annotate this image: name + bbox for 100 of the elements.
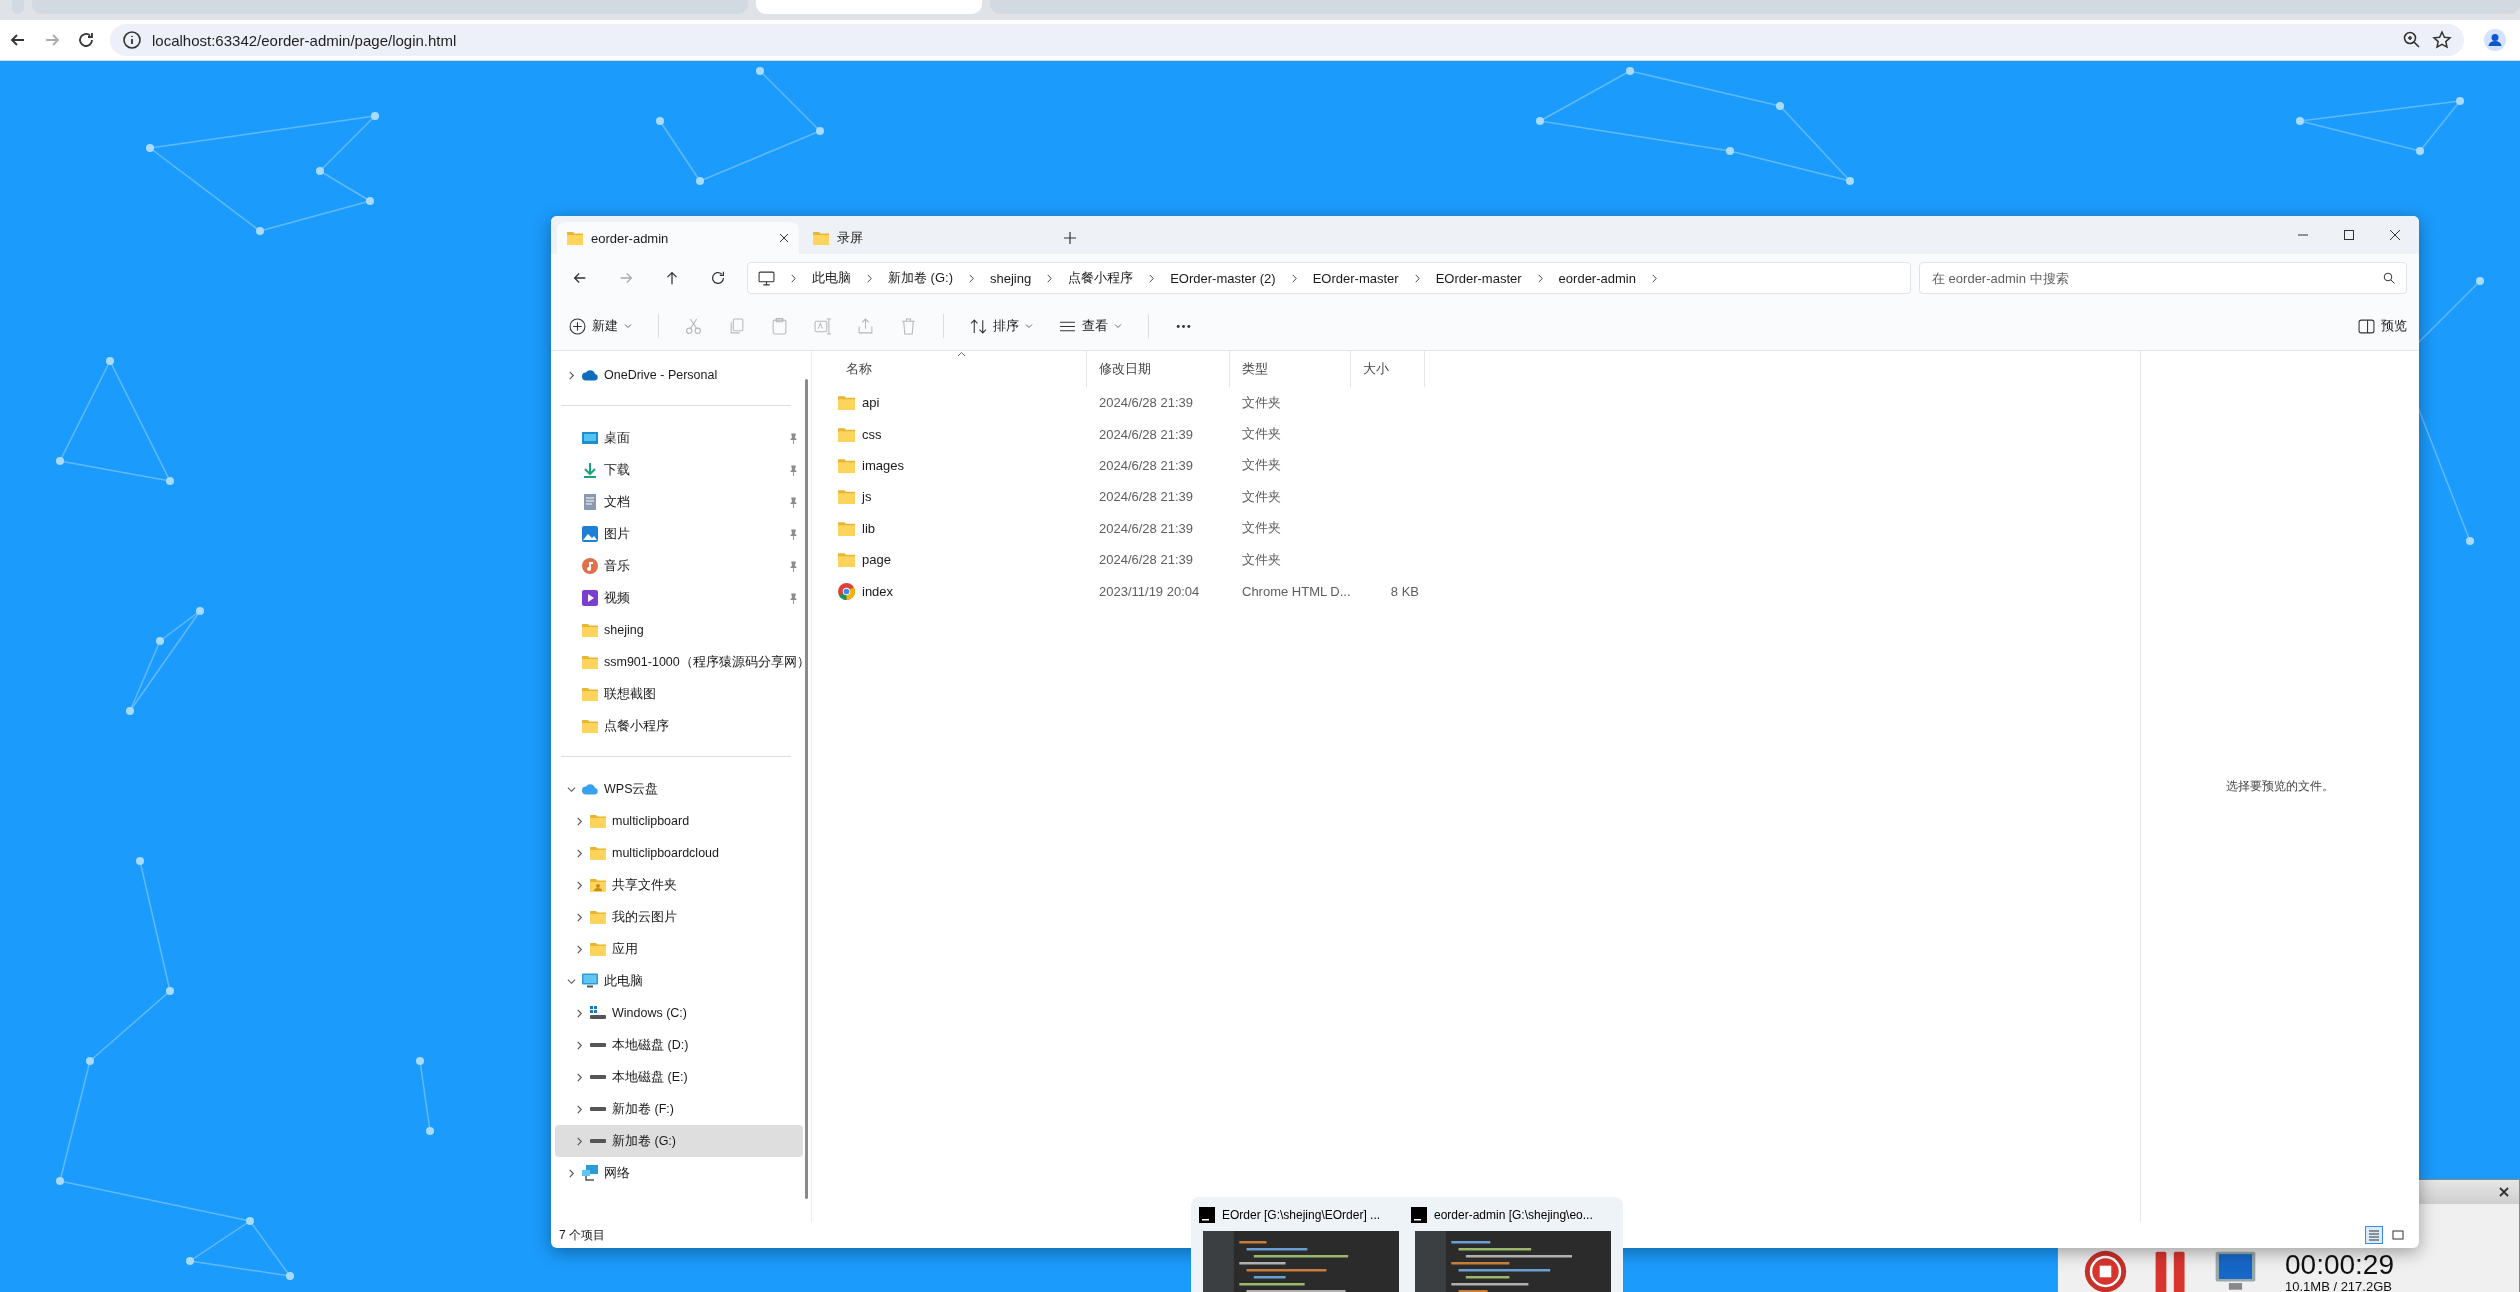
window-title[interactable]: eorder-admin [G:\shejing\eo...: [1434, 1208, 1593, 1222]
sort-icon[interactable]: [970, 317, 987, 335]
column-header[interactable]: 修改日期: [1087, 351, 1230, 387]
file-name[interactable]: api: [862, 395, 880, 411]
preview-button[interactable]: 预览: [2358, 317, 2407, 335]
reload-icon[interactable]: [76, 30, 96, 50]
sort-button[interactable]: 排序: [970, 317, 1033, 335]
chevron-right-icon[interactable]: [575, 1104, 584, 1114]
sort-caret-icon[interactable]: [957, 351, 966, 357]
file-name[interactable]: index: [862, 583, 894, 599]
sidebar-item[interactable]: 桌面: [555, 422, 803, 454]
breadcrumb-item[interactable]: eorder-admin: [1558, 270, 1636, 286]
refresh-icon[interactable]: [709, 269, 727, 287]
breadcrumb-item[interactable]: 新加卷 (G:): [888, 269, 953, 287]
pin-icon[interactable]: [788, 592, 799, 604]
column-header[interactable]: 类型: [1230, 351, 1351, 387]
breadcrumb-item[interactable]: EOrder-master: [1312, 270, 1399, 286]
monitor-icon[interactable]: [2214, 1250, 2257, 1292]
chevron-right-icon[interactable]: [575, 1008, 584, 1018]
sidebar-item[interactable]: 本地磁盘 (D:): [555, 1029, 803, 1061]
chevron-right-icon[interactable]: [575, 848, 584, 858]
chevron-right-icon[interactable]: [789, 273, 798, 283]
chevron-right-icon[interactable]: [575, 880, 584, 890]
chevron-right-icon[interactable]: [865, 273, 874, 283]
sidebar-item[interactable]: 新加卷 (F:): [555, 1093, 803, 1125]
breadcrumb-item[interactable]: 此电脑: [812, 269, 851, 287]
plus-circle-icon[interactable]: [569, 317, 586, 335]
chevron-right-icon[interactable]: [575, 1136, 584, 1146]
new-button[interactable]: 新建: [569, 317, 632, 335]
sidebar-item[interactable]: 新加卷 (G:): [555, 1125, 803, 1157]
sidebar-item[interactable]: Windows (C:): [555, 997, 803, 1029]
sidebar-item[interactable]: 下载: [555, 454, 803, 486]
sidebar-item[interactable]: 音乐: [555, 550, 803, 582]
monitor-icon[interactable]: [758, 269, 775, 287]
address-bar[interactable]: localhost:63342/eorder-admin/page/login.html: [110, 24, 2464, 56]
pin-icon[interactable]: [788, 464, 799, 476]
chevron-right-icon[interactable]: [575, 912, 584, 922]
sidebar-item[interactable]: shejing: [555, 614, 803, 646]
chevron-right-icon[interactable]: [1147, 273, 1157, 283]
column-header[interactable]: 大小: [1351, 351, 1425, 387]
window-title[interactable]: EOrder [G:\shejing\EOrder] ...: [1222, 1208, 1381, 1222]
pin-icon[interactable]: [788, 528, 799, 540]
sidebar-item[interactable]: OneDrive - Personal: [555, 359, 803, 391]
chevron-right-icon[interactable]: [1535, 273, 1545, 283]
zoom-icon[interactable]: [2402, 30, 2422, 50]
file-name[interactable]: js: [862, 489, 872, 505]
sidebar-item[interactable]: WPS云盘: [555, 773, 803, 805]
sidebar-item[interactable]: 应用: [555, 933, 803, 965]
search-icon[interactable]: [2383, 272, 2395, 284]
profile-icon[interactable]: [2484, 29, 2506, 51]
chevron-right-icon[interactable]: [1289, 273, 1299, 283]
chevron-right-icon[interactable]: [575, 1040, 584, 1050]
chevron-right-icon[interactable]: [1045, 273, 1055, 283]
close-icon[interactable]: [2389, 229, 2401, 241]
window-tab[interactable]: 录屏: [803, 222, 1045, 254]
sidebar-item[interactable]: 共享文件夹: [555, 869, 803, 901]
window-tab[interactable]: eorder-admin: [557, 222, 799, 254]
sidebar-item[interactable]: 文档: [555, 486, 803, 518]
close-icon[interactable]: [2499, 1187, 2509, 1197]
chevron-down-icon[interactable]: [567, 784, 576, 794]
sidebar-item[interactable]: multiclipboard: [555, 805, 803, 837]
sidebar-item[interactable]: 联想截图: [555, 678, 803, 710]
sidebar-item[interactable]: 网络: [555, 1157, 803, 1189]
view-button[interactable]: 查看: [1059, 317, 1122, 335]
info-icon[interactable]: [122, 30, 142, 50]
sidebar-item[interactable]: 此电脑: [555, 965, 803, 997]
sidebar-item[interactable]: multiclipboardcloud: [555, 837, 803, 869]
file-name[interactable]: lib: [862, 520, 875, 536]
sidebar-item[interactable]: 图片: [555, 518, 803, 550]
new-tab-icon[interactable]: [1063, 231, 1077, 245]
pin-icon[interactable]: [788, 496, 799, 508]
chevron-right-icon[interactable]: [567, 1168, 576, 1178]
file-name[interactable]: css: [862, 426, 882, 442]
pin-icon[interactable]: [788, 432, 799, 444]
scrollbar[interactable]: [805, 379, 808, 1199]
sidebar-item[interactable]: ssm901-1000（程序猿源码分享网）: [555, 646, 803, 678]
chevron-right-icon[interactable]: [1649, 273, 1659, 283]
close-icon[interactable]: [779, 233, 789, 243]
breadcrumb-item[interactable]: EOrder-master (2): [1170, 270, 1276, 286]
sidebar-item[interactable]: 我的云图片: [555, 901, 803, 933]
sidebar-item[interactable]: 点餐小程序: [555, 710, 803, 742]
chevron-right-icon[interactable]: [575, 1072, 584, 1082]
maximize-icon[interactable]: [2343, 229, 2355, 241]
search-field[interactable]: 在 eorder-admin 中搜索: [1919, 262, 2407, 294]
chevron-right-icon[interactable]: [1412, 273, 1422, 283]
stop-icon[interactable]: [2084, 1250, 2127, 1292]
chevron-right-icon[interactable]: [567, 370, 576, 380]
column-header[interactable]: 名称: [834, 351, 1087, 387]
chevron-right-icon[interactable]: [575, 944, 584, 954]
star-icon[interactable]: [2432, 30, 2452, 50]
chevron-right-icon[interactable]: [967, 273, 976, 283]
chevron-down-icon[interactable]: [567, 976, 576, 986]
breadcrumb-item[interactable]: 点餐小程序: [1068, 269, 1134, 287]
chevron-right-icon[interactable]: [575, 816, 584, 826]
breadcrumb-item[interactable]: EOrder-master: [1435, 270, 1522, 286]
file-name[interactable]: images: [862, 457, 904, 473]
sidebar-item[interactable]: 本地磁盘 (E:): [555, 1061, 803, 1093]
sidebar-item[interactable]: 视频: [555, 582, 803, 614]
breadcrumb-item[interactable]: shejing: [990, 270, 1032, 286]
pin-icon[interactable]: [788, 560, 799, 572]
